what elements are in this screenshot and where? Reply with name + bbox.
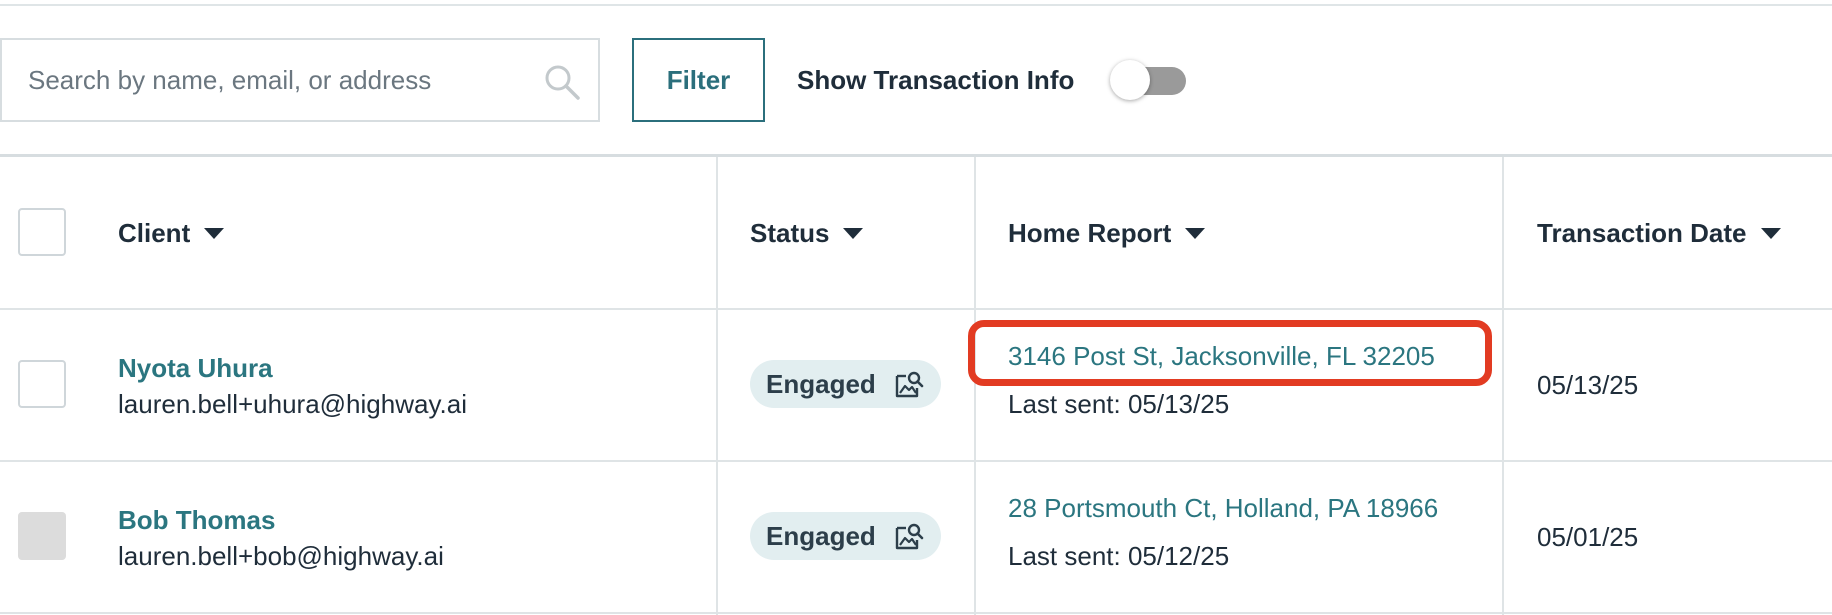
select-all-checkbox[interactable] bbox=[18, 208, 66, 256]
toggle-knob bbox=[1110, 60, 1150, 100]
client-name-link[interactable]: Nyota Uhura bbox=[118, 353, 273, 384]
status-badge-label: Engaged bbox=[766, 520, 876, 551]
column-header-client[interactable]: Client bbox=[118, 157, 225, 309]
sort-caret-icon[interactable] bbox=[204, 227, 225, 239]
home-report-address-link[interactable]: 28 Portsmouth Ct, Holland, PA 18966 bbox=[1008, 493, 1438, 524]
show-transaction-info-toggle[interactable] bbox=[1110, 60, 1186, 100]
show-transaction-info-label: Show Transaction Info bbox=[797, 64, 1075, 95]
row-checkbox[interactable] bbox=[18, 512, 66, 560]
top-divider bbox=[0, 4, 1832, 6]
search-icon[interactable] bbox=[542, 62, 582, 102]
status-badge[interactable]: Engaged bbox=[750, 512, 941, 560]
image-search-icon[interactable] bbox=[894, 370, 924, 400]
search-input[interactable] bbox=[26, 40, 526, 120]
column-header-label: Client bbox=[118, 217, 191, 248]
row-checkbox[interactable] bbox=[18, 360, 66, 408]
last-sent-text: Last sent: 05/12/25 bbox=[1008, 541, 1230, 571]
sort-caret-icon[interactable] bbox=[843, 227, 864, 239]
status-badge[interactable]: Engaged bbox=[750, 360, 941, 408]
column-header-transaction-date[interactable]: Transaction Date bbox=[1537, 157, 1781, 309]
clients-table: Client Status Home Report Transaction Da… bbox=[0, 154, 1832, 615]
highlight-annotation bbox=[968, 320, 1492, 386]
column-divider bbox=[1502, 157, 1504, 615]
sort-caret-icon[interactable] bbox=[1760, 227, 1781, 239]
column-header-home-report[interactable]: Home Report bbox=[1008, 157, 1206, 309]
last-sent-text: Last sent: 05/13/25 bbox=[1008, 389, 1230, 419]
column-header-label: Home Report bbox=[1008, 217, 1172, 248]
client-name-link[interactable]: Bob Thomas bbox=[118, 505, 275, 536]
filter-button[interactable]: Filter bbox=[632, 38, 765, 122]
client-email: lauren.bell+uhura@highway.ai bbox=[118, 389, 467, 419]
transaction-date: 05/13/25 bbox=[1537, 370, 1639, 400]
transaction-date: 05/01/25 bbox=[1537, 522, 1639, 552]
sort-caret-icon[interactable] bbox=[1185, 227, 1206, 239]
status-badge-label: Engaged bbox=[766, 368, 876, 399]
toolbar: Filter Show Transaction Info bbox=[0, 38, 1832, 122]
client-email: lauren.bell+bob@highway.ai bbox=[118, 541, 444, 571]
search-box[interactable] bbox=[0, 38, 600, 122]
row-divider bbox=[0, 612, 1832, 614]
column-divider bbox=[716, 157, 718, 615]
column-header-status[interactable]: Status bbox=[750, 157, 864, 309]
column-divider bbox=[974, 157, 976, 615]
image-search-icon[interactable] bbox=[894, 522, 924, 552]
column-header-label: Transaction Date bbox=[1537, 217, 1747, 248]
column-header-label: Status bbox=[750, 217, 830, 248]
row-divider bbox=[0, 460, 1832, 462]
